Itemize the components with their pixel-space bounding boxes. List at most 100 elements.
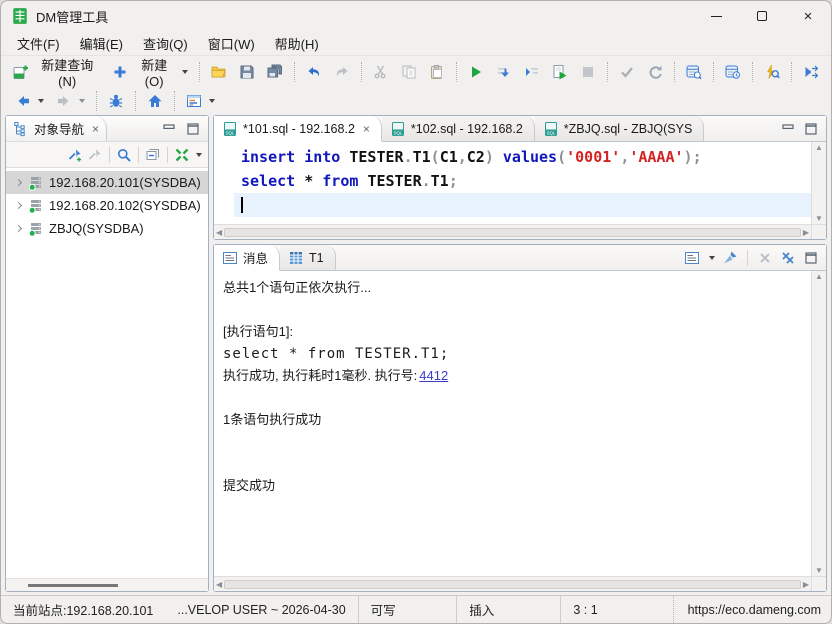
- clear-messages-icon[interactable]: [722, 250, 738, 266]
- collapse-tree-icon[interactable]: [174, 147, 190, 163]
- editor-hscrollbar[interactable]: ◀ ▶: [214, 225, 811, 239]
- minimize-button[interactable]: [693, 1, 739, 31]
- server-connection-icon: [28, 175, 44, 191]
- close-button[interactable]: ×: [785, 1, 831, 31]
- editor-tab[interactable]: SQL *101.sql - 192.168.2 ×: [214, 116, 382, 142]
- tab-close-icon[interactable]: ×: [363, 122, 370, 136]
- output-tab-result[interactable]: T1: [280, 245, 336, 270]
- expand-chevron-icon[interactable]: [11, 222, 25, 236]
- new-button[interactable]: 新建(O): [106, 51, 194, 93]
- editor-tab[interactable]: SQL *ZBJQ.sql - ZBJQ(SYS: [534, 116, 705, 141]
- sql-editor[interactable]: insert into TESTER.T1(C1,C2) values('000…: [214, 142, 826, 224]
- tree-item[interactable]: ZBJQ(SYSDBA): [6, 217, 208, 240]
- execution-id-link[interactable]: 4412: [419, 368, 448, 383]
- forward-button[interactable]: [50, 89, 91, 113]
- panel-minimize-icon[interactable]: [161, 121, 177, 137]
- editor-minimize-icon[interactable]: [780, 121, 796, 137]
- window-title: DM管理工具: [36, 9, 109, 25]
- open-folder-icon: [211, 64, 227, 80]
- paste-button[interactable]: [423, 60, 451, 84]
- scroll-down-icon[interactable]: ▼: [815, 214, 823, 223]
- new-connection-icon[interactable]: [67, 147, 83, 163]
- query-plan-button[interactable]: [680, 60, 708, 84]
- execute-current-button[interactable]: [490, 60, 518, 84]
- navigator-view-tab[interactable]: 对象导航 ×: [6, 116, 108, 141]
- cut-button[interactable]: [367, 60, 395, 84]
- home-button[interactable]: [141, 89, 169, 113]
- message-line: 总共1个语句正依次执行...: [223, 280, 372, 295]
- scroll-down-icon[interactable]: ▼: [815, 566, 823, 575]
- step-execute-button[interactable]: [518, 60, 546, 84]
- new-dropdown-arrow-icon[interactable]: [182, 70, 188, 74]
- output-hscrollbar[interactable]: ◀ ▶: [214, 577, 811, 591]
- scroll-right-icon[interactable]: ▶: [803, 228, 809, 237]
- code-area[interactable]: insert into TESTER.T1(C1,C2) values('000…: [234, 142, 811, 224]
- copy-button[interactable]: [395, 60, 423, 84]
- commit-button[interactable]: [613, 60, 641, 84]
- scroll-right-icon[interactable]: ▶: [803, 580, 809, 589]
- save-all-button[interactable]: [261, 60, 289, 84]
- svg-text:SQL: SQL: [546, 130, 555, 135]
- menu-item[interactable]: 窗口(W): [198, 31, 265, 56]
- tree-item-label: 192.168.20.101(SYSDBA): [47, 174, 203, 191]
- open-file-button[interactable]: [205, 60, 233, 84]
- window-layout-dropdown-icon[interactable]: [209, 99, 215, 103]
- scroll-up-icon[interactable]: ▲: [815, 272, 823, 281]
- svg-text:SQL: SQL: [394, 130, 403, 135]
- output-tab-messages[interactable]: 消息: [214, 245, 281, 271]
- new-query-label: 新建查询(N): [41, 58, 94, 89]
- main-area: SQL *101.sql - 192.168.2 × SQL *102.sql - 19…: [213, 115, 827, 592]
- expand-chevron-icon[interactable]: [11, 199, 25, 213]
- scroll-up-icon[interactable]: ▲: [815, 143, 823, 152]
- window-layout-button[interactable]: [180, 89, 221, 113]
- search-icon[interactable]: [116, 147, 132, 163]
- redo-button[interactable]: [328, 60, 356, 84]
- menu-item[interactable]: 帮助(H): [265, 31, 329, 56]
- editor-hscroll-thumb[interactable]: [224, 227, 801, 237]
- navigator-close-icon[interactable]: ×: [92, 122, 99, 136]
- editor-vscrollbar[interactable]: ▲ ▼: [811, 142, 826, 224]
- title-bar: DM管理工具 ×: [1, 1, 831, 31]
- close-result-icon[interactable]: [757, 250, 773, 266]
- debug-button[interactable]: [102, 89, 130, 113]
- navigator-hscroll-thumb[interactable]: [28, 584, 118, 587]
- stop-button[interactable]: [574, 60, 602, 84]
- schedule-clock-icon: [725, 64, 741, 80]
- continue-execution-button[interactable]: [797, 60, 825, 84]
- save-button[interactable]: [233, 60, 261, 84]
- output-hscroll-thumb[interactable]: [224, 579, 801, 589]
- execute-script-button[interactable]: [546, 60, 574, 84]
- navigator-hscrollbar[interactable]: [6, 578, 208, 591]
- schedule-button[interactable]: [719, 60, 747, 84]
- quick-search-button[interactable]: [758, 60, 786, 84]
- maximize-button[interactable]: [739, 1, 785, 31]
- close-all-results-icon[interactable]: [780, 250, 796, 266]
- panel-maximize-icon[interactable]: [185, 121, 201, 137]
- tree-item[interactable]: 192.168.20.102(SYSDBA): [6, 194, 208, 217]
- message-options-arrow-icon[interactable]: [709, 255, 715, 260]
- back-history-arrow-icon[interactable]: [38, 99, 44, 103]
- editor-tab-label: *ZBJQ.sql - ZBJQ(SYS: [563, 121, 693, 136]
- expand-chevron-icon[interactable]: [11, 176, 25, 190]
- scroll-left-icon[interactable]: ◀: [216, 580, 222, 589]
- execute-button[interactable]: [462, 60, 490, 84]
- editor-tab[interactable]: SQL *102.sql - 192.168.2: [381, 116, 535, 141]
- disconnect-icon[interactable]: [87, 147, 103, 163]
- output-vscrollbar[interactable]: ▲ ▼: [811, 271, 826, 576]
- new-query-button[interactable]: 新建查询(N): [7, 51, 106, 93]
- tree-item[interactable]: 192.168.20.101(SYSDBA): [6, 171, 208, 194]
- undo-button[interactable]: [300, 60, 328, 84]
- message-options-icon[interactable]: [684, 250, 700, 266]
- app-icon: [11, 7, 29, 25]
- back-button[interactable]: [9, 89, 50, 113]
- collapse-all-icon[interactable]: [145, 147, 161, 163]
- status-input-mode: 插入: [457, 596, 562, 623]
- scroll-left-icon[interactable]: ◀: [216, 228, 222, 237]
- code-line: select * from TESTER.T1;: [241, 172, 458, 190]
- rollback-button[interactable]: [641, 60, 669, 84]
- editor-maximize-icon[interactable]: [803, 121, 819, 137]
- view-menu-arrow-icon[interactable]: [196, 152, 202, 157]
- forward-history-arrow-icon[interactable]: [79, 99, 85, 103]
- status-url-link[interactable]: https://eco.dameng.com: [672, 596, 831, 623]
- output-maximize-icon[interactable]: [803, 250, 819, 266]
